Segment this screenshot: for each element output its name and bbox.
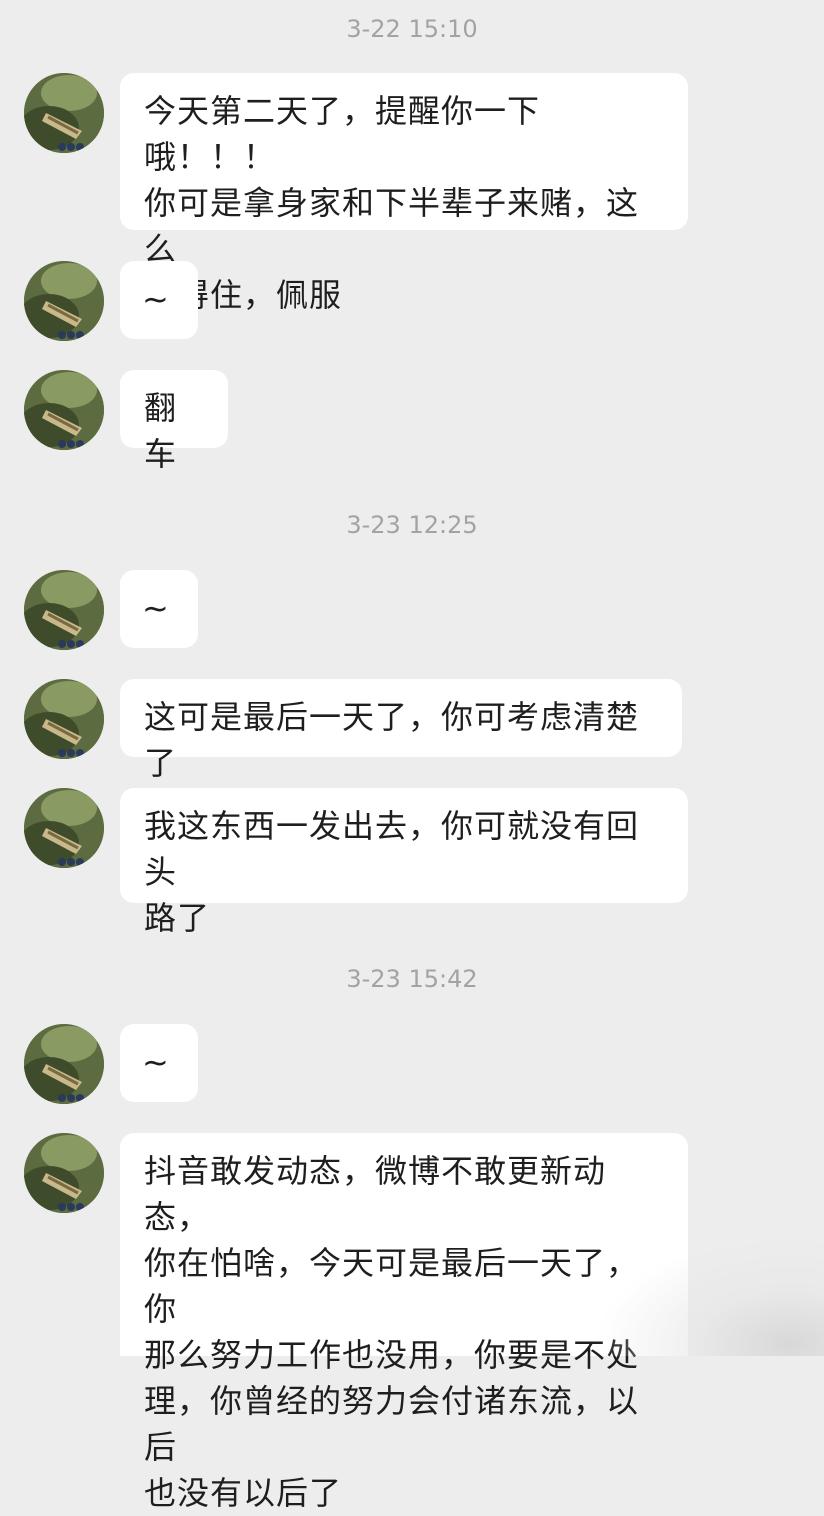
contact-avatar-icon[interactable] [24,73,104,153]
message-bubble[interactable]: ~ [120,1024,198,1102]
message-bubble[interactable]: 我这东西一发出去，你可就没有回头 路了 [120,788,688,937]
message-bubble[interactable]: 翻车 [120,370,228,473]
message-bubble[interactable]: 这可是最后一天了，你可考虑清楚了 [120,679,682,782]
message-bubble[interactable]: 抖音敢发动态，微博不敢更新动态， 你在怕啥，今天可是最后一天了，你 那么努力工作… [120,1133,688,1512]
timestamp-1: 3-22 15:10 [346,15,478,43]
contact-avatar-icon[interactable] [24,1024,104,1104]
timestamp-3: 3-23 15:42 [346,965,478,993]
contact-avatar-icon[interactable] [24,370,104,450]
message-bubble[interactable]: 今天第二天了，提醒你一下哦！！！ 你可是拿身家和下半辈子来赌，这么 耐得住，佩服 [120,73,688,314]
timestamp-2: 3-23 12:25 [346,511,478,539]
message-bubble[interactable]: ~ [120,570,198,648]
contact-avatar-icon[interactable] [24,788,104,868]
contact-avatar-icon[interactable] [24,261,104,341]
contact-avatar-icon[interactable] [24,679,104,759]
contact-avatar-icon[interactable] [24,570,104,650]
message-bubble[interactable]: ~ [120,261,198,339]
contact-avatar-icon[interactable] [24,1133,104,1213]
